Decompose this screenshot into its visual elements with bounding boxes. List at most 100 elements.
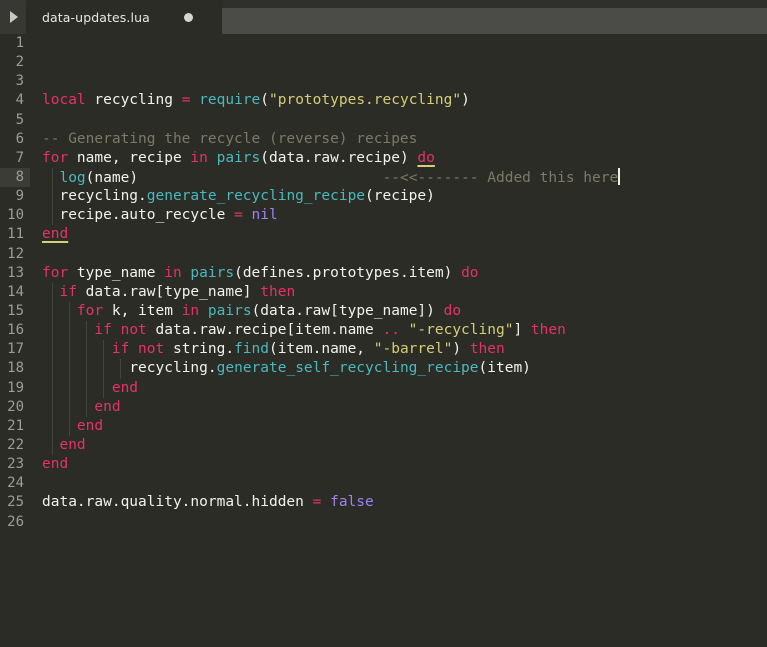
indent-guide: [86, 359, 87, 379]
line-number: 7: [15, 149, 24, 166]
token-keyword: end: [59, 436, 86, 453]
indent-guide: [69, 416, 70, 436]
editor-line[interactable]: 11 end: [0, 225, 767, 244]
line-content[interactable]: [30, 111, 767, 130]
line-number: 24: [7, 475, 24, 492]
token-expression: data.raw.recipe[item.name: [146, 322, 383, 339]
editor-line[interactable]: 1: [0, 34, 767, 53]
editor-line[interactable]: 9 recycling.generate_recycling_recipe(re…: [0, 187, 767, 207]
editor-line[interactable]: 23 end: [0, 455, 767, 474]
token-keyword: if: [94, 322, 112, 339]
line-number: 14: [7, 283, 24, 300]
run-button[interactable]: [0, 0, 26, 34]
line-content[interactable]: end: [30, 416, 767, 436]
token-string: "-recycling": [399, 322, 514, 339]
indent-guide: [69, 378, 70, 398]
editor-line[interactable]: 22 end: [0, 435, 767, 456]
token-function: log: [59, 169, 86, 186]
token-args: (item): [478, 360, 531, 377]
line-content[interactable]: recipe.auto_recycle = nil: [30, 206, 767, 226]
indent-guide: [86, 321, 87, 341]
line-content[interactable]: recycling.generate_recycling_recipe(reci…: [30, 187, 767, 207]
editor-line[interactable]: 4 local recycling = require("prototypes.…: [0, 91, 767, 110]
editor-line[interactable]: 24: [0, 474, 767, 493]
tab-label: data-updates.lua: [42, 9, 150, 25]
token-operator: ..: [382, 322, 400, 339]
token-keyword: then: [469, 341, 505, 358]
editor-line[interactable]: 20 end: [0, 397, 767, 417]
editor-line[interactable]: 7 for name, recipe in pairs(data.raw.rec…: [0, 149, 767, 168]
editor-line[interactable]: 6 -- Generating the recycle (reverse) re…: [0, 130, 767, 149]
editor-line[interactable]: 21 end: [0, 416, 767, 436]
token-punct: (: [260, 92, 270, 109]
editor-line[interactable]: 17 if not string.find(item.name, "-barre…: [0, 340, 767, 360]
line-content[interactable]: end: [30, 378, 767, 398]
token-identifier: recycling: [94, 92, 173, 109]
line-number: 10: [7, 207, 24, 224]
indent-guide: [52, 187, 53, 207]
line-content[interactable]: end: [30, 397, 767, 417]
line-content[interactable]: [30, 513, 767, 532]
line-content[interactable]: if not string.find(item.name, "-barrel")…: [30, 340, 767, 360]
editor-line[interactable]: 13 for type_name in pairs(defines.protot…: [0, 264, 767, 283]
line-number: 18: [7, 360, 24, 377]
editor-line[interactable]: 3: [0, 72, 767, 91]
token-args: (name): [85, 169, 139, 186]
token-identifier: recipe.auto_recycle: [59, 207, 235, 224]
line-number: 5: [15, 111, 24, 128]
token-punct: ]: [513, 322, 531, 339]
token-function: find: [234, 341, 269, 358]
line-content[interactable]: data.raw.quality.normal.hidden = false: [30, 493, 767, 512]
editor-line[interactable]: 10 recipe.auto_recycle = nil: [0, 206, 767, 226]
line-content[interactable]: [30, 245, 767, 264]
tab-data-updates-lua[interactable]: data-updates.lua: [26, 0, 222, 34]
line-number: 16: [7, 322, 24, 339]
line-content[interactable]: local recycling = require("prototypes.re…: [30, 91, 767, 110]
editor-line[interactable]: 25 data.raw.quality.normal.hidden = fals…: [0, 493, 767, 512]
line-number: 25: [7, 494, 24, 511]
editor-line[interactable]: 2: [0, 53, 767, 72]
line-content[interactable]: for name, recipe in pairs(data.raw.recip…: [30, 149, 767, 168]
line-content[interactable]: for type_name in pairs(defines.prototype…: [30, 264, 767, 283]
token-keyword: end: [94, 398, 121, 415]
line-number: 4: [15, 92, 24, 109]
text-cursor: [618, 167, 621, 185]
editor-line[interactable]: 5: [0, 111, 767, 130]
line-content[interactable]: recycling.generate_self_recycling_recipe…: [30, 359, 767, 379]
editor-line[interactable]: 19 end: [0, 378, 767, 398]
tab-modified-dot-icon[interactable]: [183, 12, 193, 22]
editor-line[interactable]: 12: [0, 245, 767, 264]
line-number: 8: [0, 167, 30, 188]
token-constant: false: [321, 494, 374, 511]
line-content[interactable]: log(name) --<<------- Added this here: [30, 167, 767, 188]
editor-line-active[interactable]: 8 log(name) --<<------- Added this here: [0, 167, 767, 188]
line-content[interactable]: [30, 474, 767, 493]
editor-line[interactable]: 26: [0, 513, 767, 532]
editor-line[interactable]: 15 for k, item in pairs(data.raw[type_na…: [0, 301, 767, 322]
editor-line[interactable]: 16 if not data.raw.recipe[item.name .. "…: [0, 321, 767, 341]
line-number: 20: [7, 398, 24, 415]
editor-line[interactable]: 18 recycling.generate_self_recycling_rec…: [0, 359, 767, 379]
line-content[interactable]: [30, 53, 767, 72]
line-content[interactable]: end: [30, 435, 767, 456]
line-content[interactable]: end: [30, 225, 767, 244]
token-string: "-barrel": [373, 341, 453, 358]
line-content[interactable]: end: [30, 455, 767, 474]
line-content[interactable]: [30, 72, 767, 91]
line-content[interactable]: if data.raw[type_name] then: [30, 282, 767, 302]
token-keyword: in: [164, 264, 182, 281]
line-content[interactable]: for k, item in pairs(data.raw[type_name]…: [30, 301, 767, 322]
token-identifier: type_name: [68, 264, 165, 281]
token-keyword-matched: end: [42, 226, 69, 243]
token-comment: -- Generating the recycle (reverse) reci…: [42, 130, 418, 147]
indent-guide: [69, 301, 70, 322]
line-number: 23: [7, 456, 24, 473]
line-content[interactable]: if not data.raw.recipe[item.name .. "-re…: [30, 321, 767, 341]
line-content[interactable]: -- Generating the recycle (reverse) reci…: [30, 130, 767, 149]
line-number: 22: [7, 436, 24, 453]
line-content[interactable]: [30, 34, 767, 53]
editor-line[interactable]: 14 if data.raw[type_name] then: [0, 282, 767, 302]
token-keyword: for: [76, 302, 104, 319]
code-editor[interactable]: 1 2 3 4 local recycling = require("proto…: [0, 34, 767, 647]
indent-guide: [120, 359, 121, 379]
